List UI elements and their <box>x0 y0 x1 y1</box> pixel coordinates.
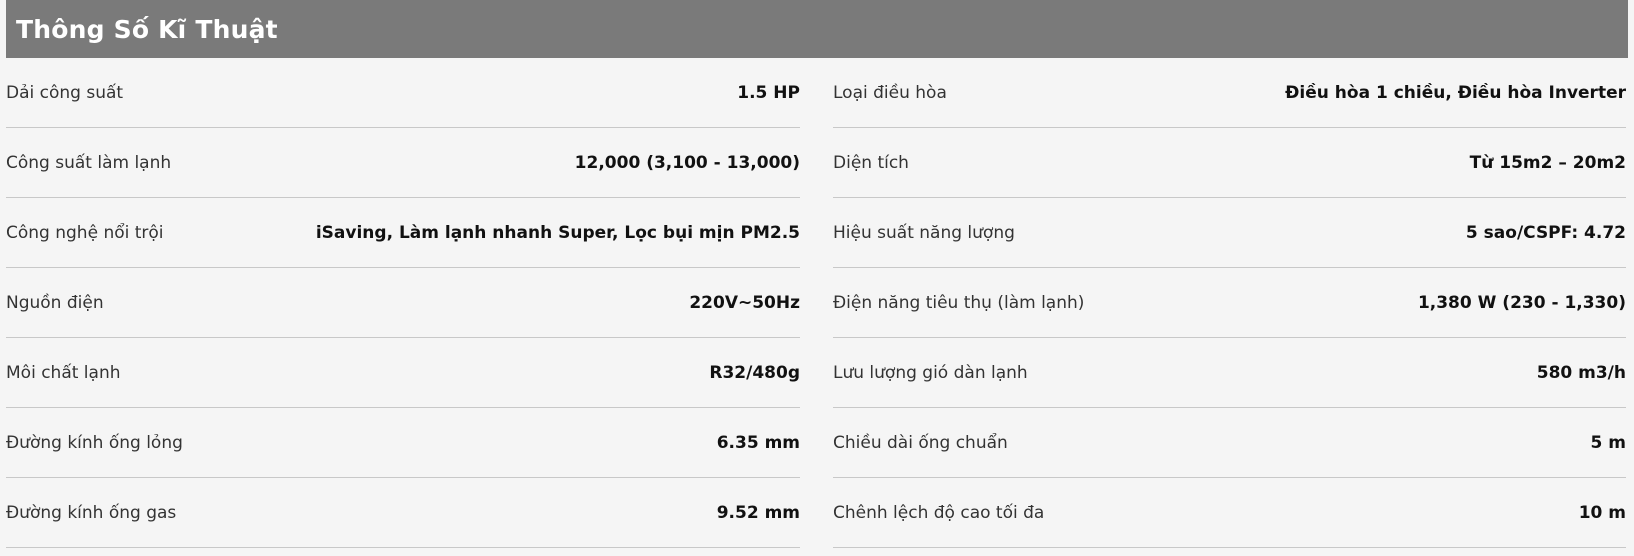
spec-label: Đường kính ống gas <box>6 502 177 523</box>
spec-value: 580 m3/h <box>1536 362 1626 383</box>
spec-value: 1,380 W (230 - 1,330) <box>1417 292 1626 313</box>
spec-value: 6.35 mm <box>716 432 800 453</box>
spec-row: Điện năng tiêu thụ (làm lạnh) 1,380 W (2… <box>833 268 1626 338</box>
spec-row: Công suất làm lạnh 12,000 (3,100 - 13,00… <box>6 128 800 198</box>
spec-label: Chiều dài ống chuẩn <box>833 432 1008 453</box>
spec-value: 220V~50Hz <box>689 292 800 313</box>
spec-value: Từ 15m2 – 20m2 <box>1469 152 1626 173</box>
spec-row: Môi chất lạnh R32/480g <box>6 338 800 408</box>
spec-row: Nguồn điện 220V~50Hz <box>6 268 800 338</box>
spec-title: Thông Số Kĩ Thuật <box>16 14 278 44</box>
spec-label: Nguồn điện <box>6 292 104 313</box>
spec-row: Đường kính ống gas 9.52 mm <box>6 478 800 548</box>
spec-row: Chiều dài ống chuẩn 5 m <box>833 408 1626 478</box>
spec-label: Dải công suất <box>6 82 124 103</box>
spec-page: Thông Số Kĩ Thuật Dải công suất 1.5 HP C… <box>0 0 1634 556</box>
spec-value: 10 m <box>1578 502 1626 523</box>
spec-row: Dải công suất 1.5 HP <box>6 58 800 128</box>
spec-row: Lưu lượng gió dàn lạnh 580 m3/h <box>833 338 1626 408</box>
spec-value: iSaving, Làm lạnh nhanh Super, Lọc bụi m… <box>315 222 800 243</box>
spec-value: Điều hòa 1 chiều, Điều hòa Inverter <box>1285 82 1626 103</box>
spec-label: Lưu lượng gió dàn lạnh <box>833 362 1028 383</box>
spec-column-right: Loại điều hòa Điều hòa 1 chiều, Điều hòa… <box>833 58 1626 548</box>
spec-header: Thông Số Kĩ Thuật <box>6 0 1628 58</box>
spec-value: 9.52 mm <box>716 502 800 523</box>
spec-value: R32/480g <box>709 362 800 383</box>
spec-row: Diện tích Từ 15m2 – 20m2 <box>833 128 1626 198</box>
spec-label: Hiệu suất năng lượng <box>833 222 1015 243</box>
spec-label: Chênh lệch độ cao tối đa <box>833 502 1045 523</box>
spec-value: 12,000 (3,100 - 13,000) <box>574 152 800 173</box>
spec-label: Công nghệ nổi trội <box>6 222 164 243</box>
spec-row: Công nghệ nổi trội iSaving, Làm lạnh nha… <box>6 198 800 268</box>
spec-value: 5 sao/CSPF: 4.72 <box>1465 222 1626 243</box>
spec-label: Loại điều hòa <box>833 82 947 103</box>
spec-row: Hiệu suất năng lượng 5 sao/CSPF: 4.72 <box>833 198 1626 268</box>
spec-row: Đường kính ống lỏng 6.35 mm <box>6 408 800 478</box>
spec-label: Diện tích <box>833 152 909 173</box>
spec-row: Chênh lệch độ cao tối đa 10 m <box>833 478 1626 548</box>
spec-value: 1.5 HP <box>737 82 800 103</box>
spec-label: Đường kính ống lỏng <box>6 432 183 453</box>
spec-row: Loại điều hòa Điều hòa 1 chiều, Điều hòa… <box>833 58 1626 128</box>
spec-column-left: Dải công suất 1.5 HP Công suất làm lạnh … <box>6 58 800 548</box>
spec-label: Môi chất lạnh <box>6 362 121 383</box>
spec-value: 5 m <box>1590 432 1626 453</box>
spec-label: Công suất làm lạnh <box>6 152 172 173</box>
spec-label: Điện năng tiêu thụ (làm lạnh) <box>833 292 1085 313</box>
